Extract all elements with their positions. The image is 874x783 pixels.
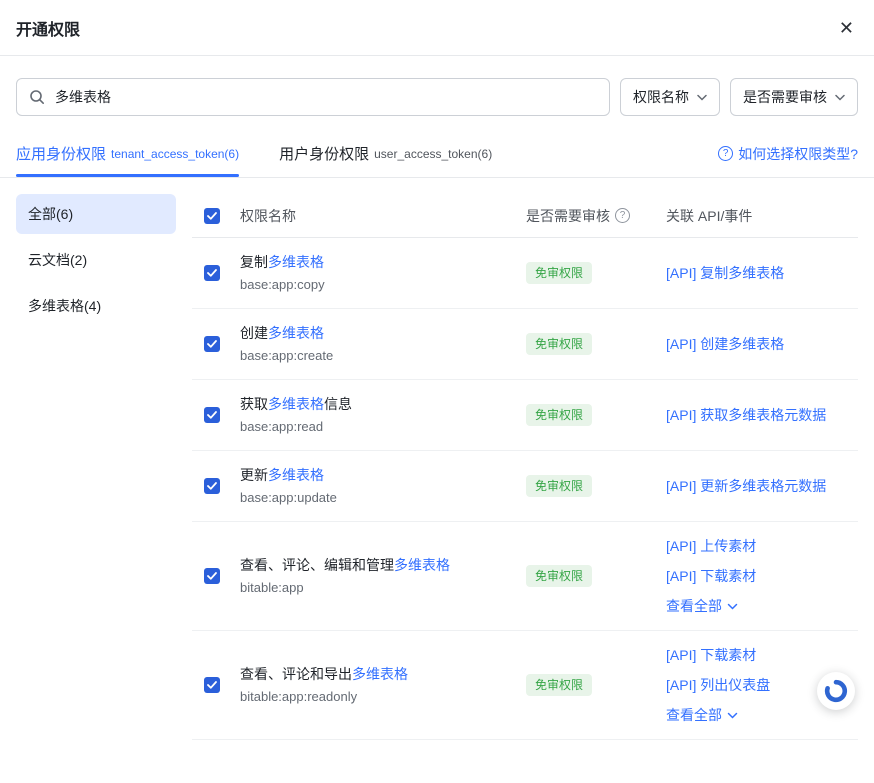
table-row: 查看、评论和导出多维表格 bitable:app:readonly 免审权限 [… xyxy=(192,631,858,740)
table-row: 创建多维表格 base:app:create 免审权限 [API] 创建多维表格 xyxy=(192,309,858,380)
chevron-down-icon xyxy=(727,712,738,719)
api-link[interactable]: [API] 创建多维表格 xyxy=(666,333,858,355)
status-badge: 免审权限 xyxy=(526,565,592,587)
page-title: 开通权限 xyxy=(16,16,80,40)
sidebar-item-cloud-docs[interactable]: 云文档(2) xyxy=(16,240,176,280)
search-row: 权限名称 是否需要审核 xyxy=(0,56,874,130)
row-checkbox[interactable] xyxy=(204,677,220,693)
permission-code: base:app:update xyxy=(240,488,514,508)
header-permission-name: 权限名称 xyxy=(240,206,526,226)
row-checkbox[interactable] xyxy=(204,478,220,494)
api-link[interactable]: [API] 上传素材 xyxy=(666,535,858,557)
api-link[interactable]: [API] 获取多维表格元数据 xyxy=(666,404,858,426)
api-link[interactable]: [API] 更新多维表格元数据 xyxy=(666,475,858,497)
row-checkbox[interactable] xyxy=(204,265,220,281)
chevron-down-icon xyxy=(835,94,845,101)
status-badge: 免审权限 xyxy=(526,674,592,696)
api-link[interactable]: [API] 复制多维表格 xyxy=(666,262,858,284)
dialog-body: 全部(6) 云文档(2) 多维表格(4) 权限名称 是否需要审核 ? 关联 AP… xyxy=(0,178,874,756)
status-badge: 免审权限 xyxy=(526,262,592,284)
permission-code: bitable:app:readonly xyxy=(240,687,514,707)
search-input[interactable] xyxy=(53,88,597,106)
table-row: 复制多维表格 base:app:copy 免审权限 [API] 复制多维表格 xyxy=(192,238,858,309)
chevron-down-icon xyxy=(727,603,738,610)
permission-code: base:app:create xyxy=(240,346,514,366)
sidebar-item-all[interactable]: 全部(6) xyxy=(16,194,176,234)
permission-table: 权限名称 是否需要审核 ? 关联 API/事件 复制多维表格 base:app:… xyxy=(192,194,858,740)
header-review: 是否需要审核 xyxy=(526,206,610,226)
search-icon xyxy=(29,89,45,105)
select-all-checkbox[interactable] xyxy=(204,208,220,224)
status-badge: 免审权限 xyxy=(526,475,592,497)
permission-name: 创建多维表格 xyxy=(240,322,514,344)
permission-name: 查看、评论、编辑和管理多维表格 xyxy=(240,554,514,576)
chevron-down-icon xyxy=(697,94,707,101)
question-icon: ? xyxy=(718,146,733,161)
assistant-button[interactable] xyxy=(817,672,855,710)
permission-name: 获取多维表格信息 xyxy=(240,393,514,415)
tabs-row: 应用身份权限 tenant_access_token(6) 用户身份权限 use… xyxy=(0,130,874,178)
search-box[interactable] xyxy=(16,78,610,116)
row-checkbox[interactable] xyxy=(204,407,220,423)
help-link[interactable]: ? 如何选择权限类型? xyxy=(718,130,858,177)
sidebar: 全部(6) 云文档(2) 多维表格(4) xyxy=(16,194,176,740)
api-link[interactable]: [API] 下载素材 xyxy=(666,565,858,587)
permission-code: base:app:read xyxy=(240,417,514,437)
permission-name: 更新多维表格 xyxy=(240,464,514,486)
row-checkbox[interactable] xyxy=(204,336,220,352)
table-row: 查看、评论、编辑和管理多维表格 bitable:app 免审权限 [API] 上… xyxy=(192,522,858,631)
api-link[interactable]: [API] 下载素材 xyxy=(666,644,858,666)
close-icon[interactable]: ✕ xyxy=(839,19,854,37)
permission-name: 查看、评论和导出多维表格 xyxy=(240,663,514,685)
dialog-header: 开通权限 ✕ xyxy=(0,0,874,56)
question-icon[interactable]: ? xyxy=(615,208,630,223)
sidebar-item-bitable[interactable]: 多维表格(4) xyxy=(16,286,176,326)
permission-code: base:app:copy xyxy=(240,275,514,295)
table-row: 更新多维表格 base:app:update 免审权限 [API] 更新多维表格… xyxy=(192,451,858,522)
permission-name: 复制多维表格 xyxy=(240,251,514,273)
tab-tenant-access-token[interactable]: 应用身份权限 tenant_access_token(6) xyxy=(16,130,239,177)
status-badge: 免审权限 xyxy=(526,333,592,355)
table-header-row: 权限名称 是否需要审核 ? 关联 API/事件 xyxy=(192,194,858,238)
row-checkbox[interactable] xyxy=(204,568,220,584)
table-row: 获取多维表格信息 base:app:read 免审权限 [API] 获取多维表格… xyxy=(192,380,858,451)
permission-code: bitable:app xyxy=(240,578,514,598)
assistant-icon xyxy=(824,679,848,703)
header-api: 关联 API/事件 xyxy=(666,206,858,226)
filter-review-required[interactable]: 是否需要审核 xyxy=(730,78,858,116)
status-badge: 免审权限 xyxy=(526,404,592,426)
filter-permission-name[interactable]: 权限名称 xyxy=(620,78,720,116)
view-all-expander[interactable]: 查看全部 xyxy=(666,595,858,617)
tab-user-access-token[interactable]: 用户身份权限 user_access_token(6) xyxy=(279,130,492,177)
